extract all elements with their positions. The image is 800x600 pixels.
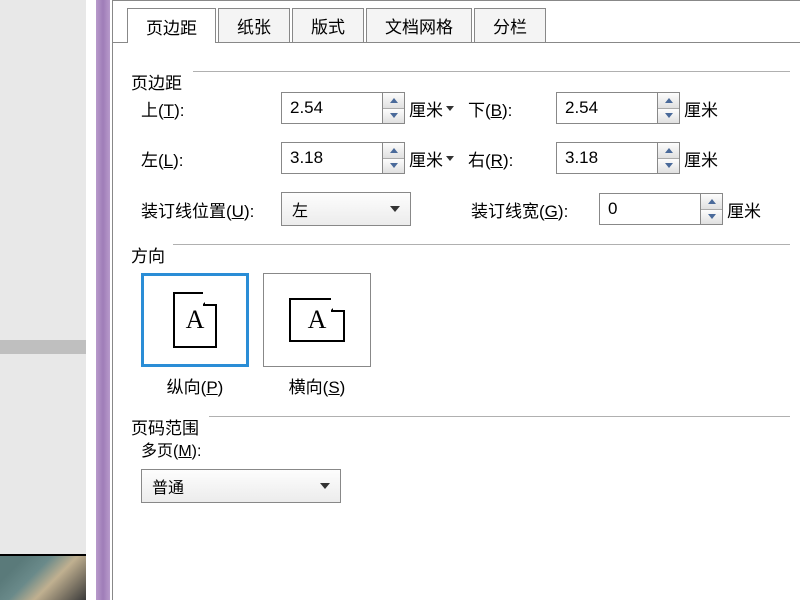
spinner-right-down[interactable] <box>658 159 679 174</box>
spinner-gutter-width[interactable] <box>599 193 723 225</box>
dialog-left-edge <box>96 0 110 600</box>
page-landscape-icon: A <box>289 298 345 342</box>
tab-content: 页边距 上(T): 厘米 下(B): 厘米 <box>113 43 800 503</box>
tab-columns[interactable]: 分栏 <box>474 8 546 42</box>
label-bottom: 下(B): <box>468 96 556 121</box>
spinner-top-down[interactable] <box>383 109 404 124</box>
page-setup-dialog: 页边距 纸张 版式 文档网格 分栏 页边距 上(T): 厘米 下(B): <box>112 0 800 600</box>
unit-left[interactable]: 厘米 <box>409 146 454 171</box>
fieldset-pagerange: 页码范围 多页(M): 普通 <box>131 416 790 503</box>
input-gutter-width[interactable] <box>600 194 700 224</box>
input-bottom[interactable] <box>557 93 657 123</box>
tab-bar: 页边距 纸张 版式 文档网格 分栏 <box>113 1 800 43</box>
fieldset-margins: 页边距 上(T): 厘米 下(B): 厘米 <box>131 71 790 226</box>
label-top: 上(T): <box>141 96 281 121</box>
spinner-top[interactable] <box>281 92 405 124</box>
spinner-top-up[interactable] <box>383 93 404 109</box>
spinner-left-down[interactable] <box>383 159 404 174</box>
spinner-right-up[interactable] <box>658 143 679 159</box>
label-landscape: 横向(S) <box>289 373 346 398</box>
chevron-down-icon <box>320 483 330 489</box>
orientation-portrait[interactable]: A <box>141 273 249 367</box>
orientation-landscape[interactable]: A <box>263 273 371 367</box>
tab-margins[interactable]: 页边距 <box>127 8 216 43</box>
tab-layout[interactable]: 版式 <box>292 8 364 42</box>
input-right[interactable] <box>557 143 657 173</box>
label-left: 左(L): <box>141 146 281 171</box>
spinner-bottom-up[interactable] <box>658 93 679 109</box>
tab-paper[interactable]: 纸张 <box>218 8 290 42</box>
unit-bottom[interactable]: 厘米 <box>684 96 718 121</box>
label-gutter-width: 装订线宽(G): <box>471 197 599 222</box>
spinner-left-up[interactable] <box>383 143 404 159</box>
label-gutter-pos: 装订线位置(U): <box>141 197 281 222</box>
spinner-bottom[interactable] <box>556 92 680 124</box>
combo-gutter-pos[interactable]: 左 <box>281 192 411 226</box>
spinner-gutter-down[interactable] <box>701 210 722 225</box>
unit-right[interactable]: 厘米 <box>684 146 718 171</box>
left-sidebar-strip <box>0 0 86 600</box>
label-right: 右(R): <box>468 146 556 171</box>
unit-gutter[interactable]: 厘米 <box>727 197 761 222</box>
thumbnail-placeholder <box>0 340 86 354</box>
label-multipages: 多页(M): <box>141 437 790 461</box>
input-left[interactable] <box>282 143 382 173</box>
legend-orientation: 方向 <box>131 242 171 267</box>
legend-margins: 页边距 <box>131 69 188 94</box>
combo-multipages[interactable]: 普通 <box>141 469 341 503</box>
legend-pagerange: 页码范围 <box>131 414 205 439</box>
label-portrait: 纵向(P) <box>167 373 224 398</box>
chevron-down-icon <box>390 206 400 212</box>
spinner-gutter-up[interactable] <box>701 194 722 210</box>
unit-top[interactable]: 厘米 <box>409 96 454 121</box>
spinner-bottom-down[interactable] <box>658 109 679 124</box>
tab-grid[interactable]: 文档网格 <box>366 8 472 42</box>
image-thumbnail <box>0 554 86 600</box>
spinner-right[interactable] <box>556 142 680 174</box>
input-top[interactable] <box>282 93 382 123</box>
spinner-left[interactable] <box>281 142 405 174</box>
page-portrait-icon: A <box>173 292 217 348</box>
fieldset-orientation: 方向 A 纵向(P) <box>131 244 790 398</box>
